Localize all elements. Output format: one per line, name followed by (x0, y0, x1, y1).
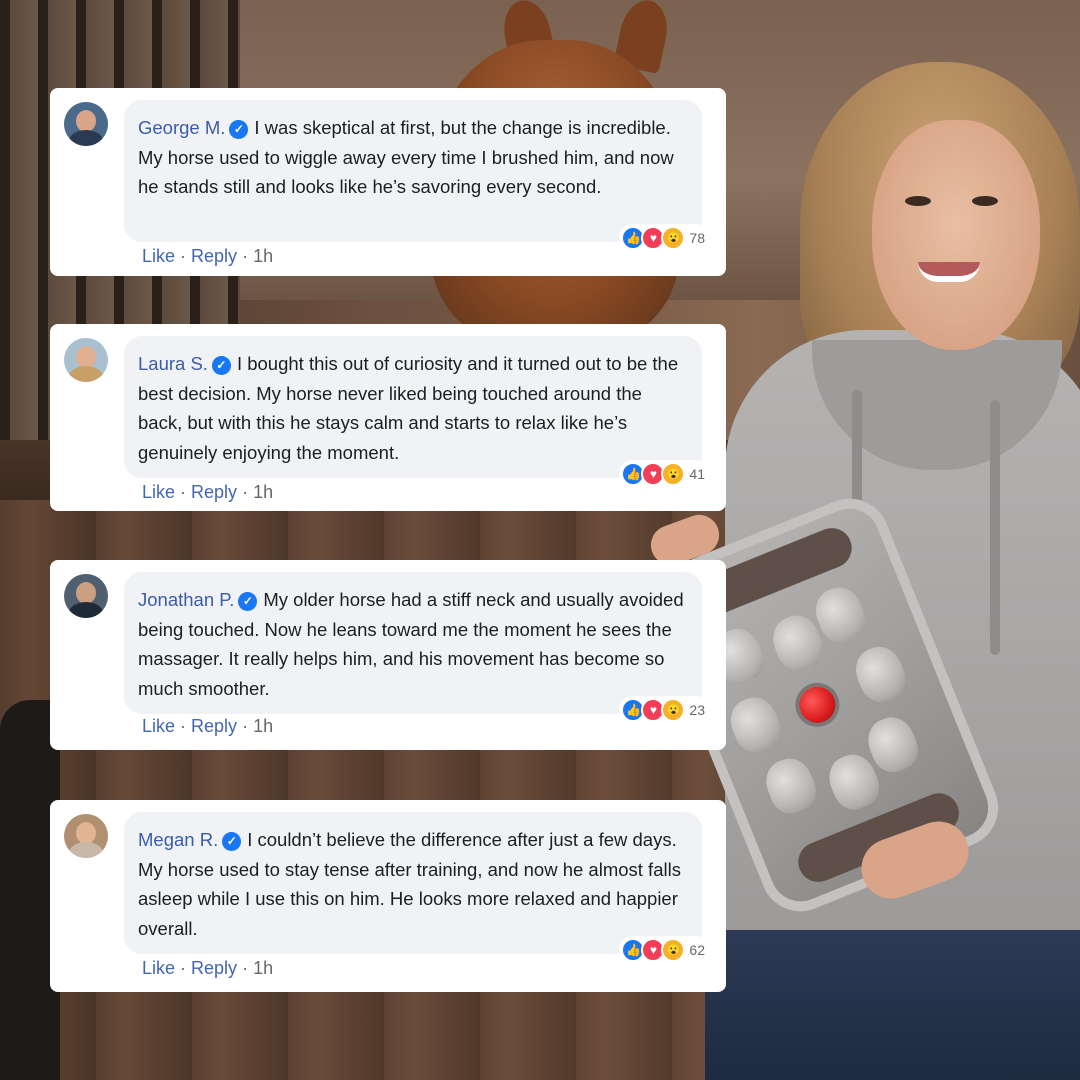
comment-body: I couldn’t believe the difference after … (138, 829, 681, 939)
reaction-count: 62 (689, 942, 705, 958)
reaction-count: 78 (689, 230, 705, 246)
comment-actions: Like · Reply · 1h (142, 482, 273, 503)
comment-bubble: Megan R. ✓ I couldn’t believe the differen… (124, 812, 702, 954)
reply-link[interactable]: Reply (191, 716, 237, 736)
massage-node (759, 752, 823, 820)
reply-link[interactable]: Reply (191, 246, 237, 266)
hoodie-string (990, 400, 1000, 655)
eye (905, 196, 931, 206)
timestamp[interactable]: 1h (253, 716, 273, 736)
separator: · (237, 958, 254, 978)
red-power-button (788, 676, 847, 734)
separator: · (175, 482, 192, 502)
comment-card: Megan R. ✓ I couldn’t believe the differen… (50, 800, 726, 992)
comment-card: George M. ✓ I was skeptical at first, but … (50, 88, 726, 276)
separator: · (237, 246, 254, 266)
reply-link[interactable]: Reply (191, 958, 237, 978)
woman-face (872, 120, 1040, 350)
verified-badge-icon: ✓ (229, 120, 249, 139)
verified-badge-icon: ✓ (222, 832, 242, 851)
separator: · (175, 716, 192, 736)
wow-icon: 😮 (661, 698, 686, 722)
like-link[interactable]: Like (142, 246, 175, 266)
comment-bubble: George M. ✓ I was skeptical at first, but … (124, 100, 702, 242)
avatar[interactable] (64, 102, 108, 146)
reaction-count: 23 (689, 702, 705, 718)
avatar[interactable] (64, 574, 108, 618)
avatar[interactable] (64, 814, 108, 858)
like-link[interactable]: Like (142, 716, 175, 736)
wow-icon: 😮 (661, 226, 686, 250)
reactions-summary[interactable]: 👍 ♥ 😮 41 (619, 460, 710, 488)
reply-link[interactable]: Reply (191, 482, 237, 502)
timestamp[interactable]: 1h (253, 246, 273, 266)
reaction-count: 41 (689, 466, 705, 482)
commenter-name[interactable]: Laura S. (138, 353, 208, 374)
like-link[interactable]: Like (142, 482, 175, 502)
comment-actions: Like · Reply · 1h (142, 958, 273, 979)
like-link[interactable]: Like (142, 958, 175, 978)
timestamp[interactable]: 1h (253, 482, 273, 502)
verified-badge-icon: ✓ (238, 592, 258, 611)
comment-actions: Like · Reply · 1h (142, 246, 273, 267)
massage-node (723, 690, 787, 759)
wow-icon: 😮 (661, 938, 686, 962)
separator: · (237, 482, 254, 502)
comment-actions: Like · Reply · 1h (142, 716, 273, 737)
comment-text: Jonathan P. ✓ My older horse had a stiff n… (138, 585, 686, 703)
wow-icon: 😮 (661, 462, 686, 486)
separator: · (175, 958, 192, 978)
commenter-name[interactable]: George M. (138, 117, 225, 138)
reactions-summary[interactable]: 👍 ♥ 😮 78 (619, 224, 710, 252)
reactions-summary[interactable]: 👍 ♥ 😮 23 (619, 696, 710, 724)
separator: · (237, 716, 254, 736)
commenter-name[interactable]: Megan R. (138, 829, 218, 850)
comment-card: Laura S. ✓ I bought this out of curiosity … (50, 324, 726, 511)
comment-text: Megan R. ✓ I couldn’t believe the differen… (138, 825, 686, 943)
reactions-summary[interactable]: 👍 ♥ 😮 62 (619, 936, 710, 964)
comment-text: George M. ✓ I was skeptical at first, but … (138, 113, 686, 202)
comment-text: Laura S. ✓ I bought this out of curiosity … (138, 349, 686, 467)
verified-badge-icon: ✓ (211, 356, 231, 375)
timestamp[interactable]: 1h (253, 958, 273, 978)
jeans (705, 930, 1080, 1080)
comment-bubble: Laura S. ✓ I bought this out of curiosity … (124, 336, 702, 478)
massage-node (848, 640, 912, 708)
commenter-name[interactable]: Jonathan P. (138, 589, 234, 610)
comment-bubble: Jonathan P. ✓ My older horse had a stiff n… (124, 572, 702, 714)
separator: · (175, 246, 192, 266)
comment-card: Jonathan P. ✓ My older horse had a stiff n… (50, 560, 726, 750)
eye (972, 196, 998, 206)
avatar[interactable] (64, 338, 108, 382)
